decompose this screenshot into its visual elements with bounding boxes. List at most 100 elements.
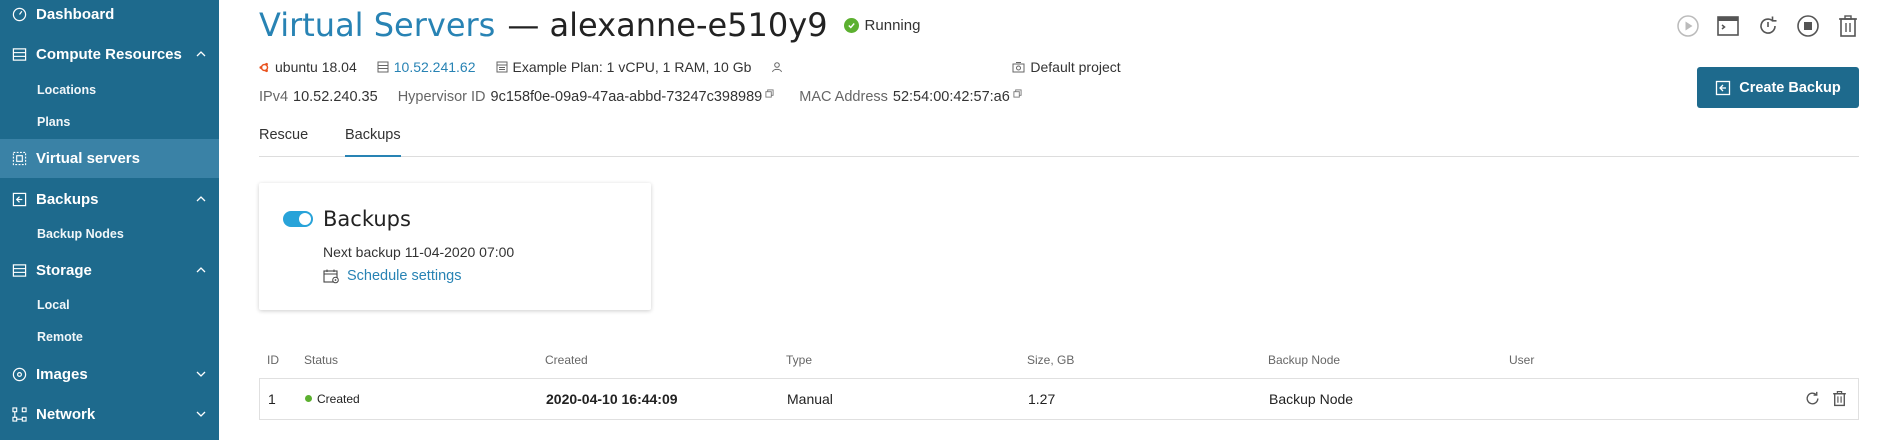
tab-bar: Rescue Backups bbox=[259, 127, 1859, 157]
breadcrumb-virtual-servers[interactable]: Virtual Servers bbox=[259, 6, 495, 44]
primary-ip-link[interactable]: 10.52.241.62 bbox=[394, 59, 476, 75]
plan-icon bbox=[496, 61, 507, 73]
backups-toggle[interactable] bbox=[283, 211, 313, 227]
sidebar-item-storage[interactable]: Storage bbox=[0, 259, 219, 281]
server-icon bbox=[11, 46, 27, 62]
cell-created: 2020-04-10 16:44:09 bbox=[546, 391, 678, 407]
sidebar-item-label: Virtual servers bbox=[36, 150, 140, 167]
column-header-backup-node[interactable]: Backup Node bbox=[1268, 353, 1340, 367]
sidebar-item-label: Dashboard bbox=[36, 5, 115, 23]
console-icon bbox=[1717, 16, 1739, 36]
row-actions bbox=[1804, 390, 1848, 407]
mac-value: 52:54:00:42:57:a6 bbox=[892, 89, 1010, 105]
status-text: Running bbox=[864, 16, 921, 34]
server-actions bbox=[1675, 13, 1861, 39]
sidebar-sub-plans[interactable]: Plans bbox=[37, 115, 70, 129]
sidebar-sub-backup-nodes[interactable]: Backup Nodes bbox=[37, 227, 124, 241]
tab-backups[interactable]: Backups bbox=[345, 127, 401, 157]
sidebar-item-backups[interactable]: Backups bbox=[0, 188, 219, 210]
sidebar-sub-remote[interactable]: Remote bbox=[37, 330, 83, 344]
column-header-user[interactable]: User bbox=[1509, 353, 1534, 367]
chevron-up-icon bbox=[196, 51, 206, 57]
project-icon bbox=[1012, 62, 1025, 73]
project-info: Default project bbox=[1012, 59, 1121, 75]
create-backup-button[interactable]: Create Backup bbox=[1697, 67, 1859, 108]
virtual-servers-icon bbox=[11, 151, 27, 167]
backups-table-header: ID Status Created Type Size, GB Backup N… bbox=[259, 353, 1859, 373]
cell-status-text: Created bbox=[317, 392, 360, 406]
server-meta-row: ubuntu 18.04 10.52.241.62 Example Plan: … bbox=[259, 59, 1141, 75]
server-network-row: IPv4 10.52.240.35 Hypervisor ID 9c158f0e… bbox=[259, 88, 1047, 105]
console-button[interactable] bbox=[1715, 13, 1741, 39]
ip-info: 10.52.241.62 bbox=[377, 59, 476, 75]
delete-server-button[interactable] bbox=[1835, 13, 1861, 39]
stop-button[interactable] bbox=[1795, 13, 1821, 39]
sidebar-item-dashboard[interactable]: Dashboard bbox=[0, 3, 219, 25]
ipv4-info: IPv4 10.52.240.35 bbox=[259, 89, 378, 105]
hypervisor-value: 9c158f0e-09a9-47aa-abbd-73247c398989 bbox=[490, 89, 763, 105]
next-backup-text: Next backup 11-04-2020 07:00 bbox=[323, 244, 515, 260]
stop-icon bbox=[1797, 15, 1819, 37]
trash-icon[interactable] bbox=[1831, 390, 1848, 407]
sidebar-item-network[interactable]: Network bbox=[0, 403, 219, 425]
start-button[interactable] bbox=[1675, 13, 1701, 39]
sidebar-item-virtual-servers[interactable]: Virtual servers bbox=[0, 139, 219, 178]
gauge-icon bbox=[11, 6, 27, 22]
restore-icon[interactable] bbox=[1804, 390, 1821, 407]
backups-card-title: Backups bbox=[323, 207, 411, 231]
hypervisor-label: Hypervisor ID bbox=[397, 89, 486, 105]
trash-icon bbox=[1839, 15, 1857, 37]
server-name: — alexanne-e510y9 bbox=[507, 6, 828, 44]
server-small-icon bbox=[377, 61, 389, 73]
status-badge: Running bbox=[843, 16, 921, 34]
disc-icon bbox=[11, 366, 27, 382]
sidebar-item-label: Compute Resources bbox=[36, 45, 182, 63]
restart-button[interactable] bbox=[1755, 13, 1781, 39]
sidebar-sub-locations[interactable]: Locations bbox=[37, 83, 96, 97]
restart-icon bbox=[1760, 16, 1777, 34]
backup-icon bbox=[11, 191, 27, 207]
sidebar-item-label: Images bbox=[36, 365, 88, 383]
sidebar-item-label: Network bbox=[36, 405, 96, 423]
chevron-down-icon bbox=[196, 411, 206, 417]
column-header-type[interactable]: Type bbox=[786, 353, 812, 367]
column-header-id[interactable]: ID bbox=[267, 353, 279, 367]
chevron-up-icon bbox=[196, 267, 206, 273]
project-name: Default project bbox=[1030, 59, 1121, 75]
status-dot bbox=[305, 395, 312, 403]
schedule-settings-label: Schedule settings bbox=[347, 268, 462, 284]
network-icon bbox=[11, 406, 27, 422]
calendar-gear-icon bbox=[323, 269, 339, 283]
copy-icon[interactable] bbox=[1013, 88, 1022, 98]
check-circle-icon bbox=[843, 17, 859, 33]
backup-icon bbox=[1716, 80, 1731, 95]
create-backup-label: Create Backup bbox=[1739, 79, 1841, 96]
hypervisor-info: Hypervisor ID 9c158f0e-09a9-47aa-abbd-73… bbox=[397, 88, 780, 105]
cell-type: Manual bbox=[787, 391, 833, 407]
column-header-size[interactable]: Size, GB bbox=[1027, 353, 1074, 367]
tab-rescue[interactable]: Rescue bbox=[259, 127, 308, 157]
page-title: Virtual Servers — alexanne-e510y9 Runnin… bbox=[259, 6, 920, 44]
ipv4-label: IPv4 bbox=[259, 89, 289, 105]
cell-status: Created bbox=[305, 392, 360, 406]
user-icon bbox=[772, 62, 783, 73]
cell-backup-node: Backup Node bbox=[1269, 391, 1354, 407]
os-info: ubuntu 18.04 bbox=[259, 59, 357, 75]
sidebar-item-compute-resources[interactable]: Compute Resources bbox=[0, 43, 219, 65]
sidebar-item-label: Backups bbox=[36, 190, 99, 208]
chevron-up-icon bbox=[196, 196, 206, 202]
sidebar: Dashboard Compute Resources Locations Pl… bbox=[0, 0, 219, 440]
sidebar-sub-local[interactable]: Local bbox=[37, 298, 70, 312]
ipv4-value: 10.52.240.35 bbox=[293, 89, 378, 105]
sidebar-item-images[interactable]: Images bbox=[0, 363, 219, 385]
column-header-created[interactable]: Created bbox=[545, 353, 588, 367]
main-content: Virtual Servers — alexanne-e510y9 Runnin… bbox=[219, 0, 1879, 440]
mac-label: MAC Address bbox=[799, 89, 888, 105]
table-row[interactable]: 1 Created 2020-04-10 16:44:09 Manual 1.2… bbox=[259, 378, 1859, 420]
storage-icon bbox=[11, 262, 27, 278]
plan-name: Example Plan: 1 vCPU, 1 RAM, 10 Gb bbox=[512, 59, 752, 75]
ubuntu-icon bbox=[259, 62, 269, 72]
schedule-settings-link[interactable]: Schedule settings bbox=[323, 268, 461, 284]
copy-icon[interactable] bbox=[765, 88, 774, 98]
column-header-status[interactable]: Status bbox=[304, 353, 338, 367]
